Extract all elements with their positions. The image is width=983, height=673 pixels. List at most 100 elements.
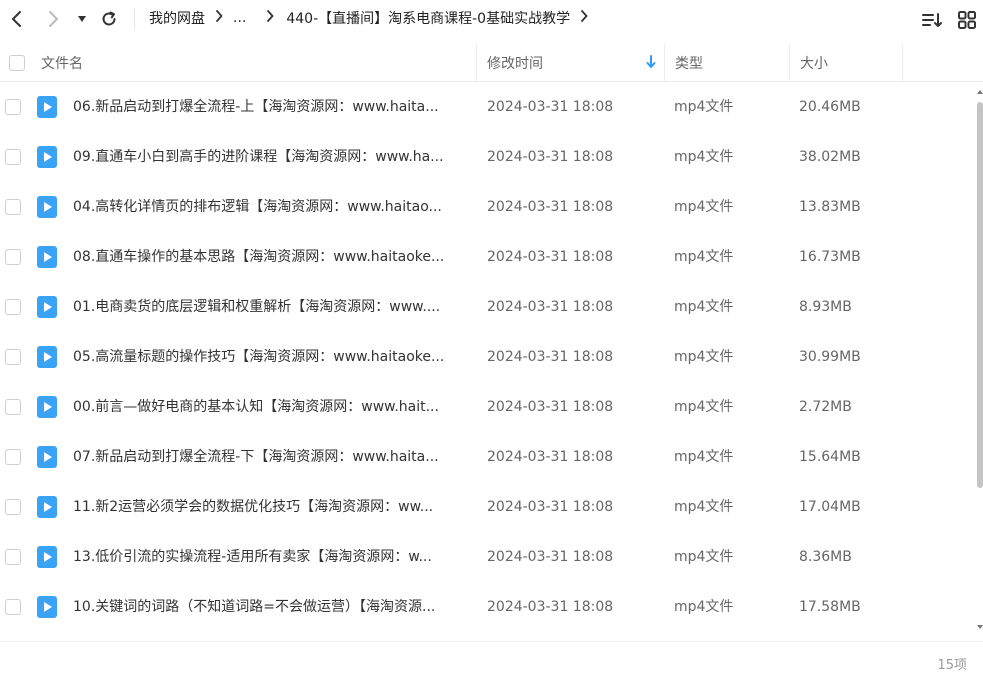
chevron-right-icon bbox=[266, 10, 274, 26]
refresh-button[interactable] bbox=[96, 6, 122, 32]
file-type: mp4文件 bbox=[674, 499, 734, 515]
file-type: mp4文件 bbox=[674, 149, 734, 165]
file-size: 30.99MB bbox=[799, 349, 861, 365]
file-type: mp4文件 bbox=[674, 199, 734, 215]
caret-down-icon bbox=[78, 16, 86, 22]
file-name[interactable]: 04.高转化详情页的排布逻辑【海淘资源网：www.haitao... bbox=[73, 182, 468, 232]
column-header-size[interactable]: 大小 bbox=[800, 44, 828, 82]
file-modified-time: 2024-03-31 18:08 bbox=[487, 399, 614, 415]
forward-button[interactable] bbox=[40, 6, 66, 32]
file-name[interactable]: 13.低价引流的实操流程-适用所有卖家【海淘资源网：w... bbox=[73, 532, 468, 582]
file-row[interactable]: 01.电商卖货的底层逻辑和权重解析【海淘资源网：www.... 2024-03-… bbox=[0, 282, 976, 332]
chevron-right-icon bbox=[49, 11, 58, 27]
file-type: mp4文件 bbox=[674, 249, 734, 265]
file-name[interactable]: 05.高流量标题的操作技巧【海淘资源网：www.haitaoke... bbox=[73, 332, 468, 382]
file-type: mp4文件 bbox=[674, 549, 734, 565]
video-file-icon bbox=[37, 496, 57, 518]
file-name[interactable]: 11.新2运营必须学会的数据优化技巧【海淘资源网：ww... bbox=[73, 482, 468, 532]
file-modified-time: 2024-03-31 18:08 bbox=[487, 599, 614, 615]
file-modified-time: 2024-03-31 18:08 bbox=[487, 149, 614, 165]
file-modified-time: 2024-03-31 18:08 bbox=[487, 549, 614, 565]
file-name[interactable]: 10.关键词的词路（不知道词路=不会做运营）【海淘资源... bbox=[73, 582, 468, 632]
file-modified-time: 2024-03-31 18:08 bbox=[487, 499, 614, 515]
status-bar: 15项 bbox=[0, 641, 983, 673]
file-modified-time: 2024-03-31 18:08 bbox=[487, 99, 614, 115]
row-checkbox[interactable] bbox=[5, 99, 21, 115]
file-type: mp4文件 bbox=[674, 449, 734, 465]
column-header-time[interactable]: 修改时间 bbox=[487, 44, 543, 82]
file-name[interactable]: 06.新品启动到打爆全流程-上【海淘资源网：www.haita... bbox=[73, 82, 468, 132]
row-checkbox[interactable] bbox=[5, 249, 21, 265]
file-size: 13.83MB bbox=[799, 199, 861, 215]
column-divider[interactable] bbox=[476, 44, 477, 82]
file-row[interactable]: 08.直通车操作的基本思路【海淘资源网：www.haitaoke... 2024… bbox=[0, 232, 976, 282]
file-size: 20.46MB bbox=[799, 99, 861, 115]
sort-button[interactable] bbox=[921, 10, 943, 30]
row-checkbox[interactable] bbox=[5, 599, 21, 615]
file-type: mp4文件 bbox=[674, 299, 734, 315]
file-size: 17.58MB bbox=[799, 599, 861, 615]
file-modified-time: 2024-03-31 18:08 bbox=[487, 249, 614, 265]
scroll-up-arrow-icon[interactable] bbox=[977, 89, 983, 95]
toolbar: 我的网盘 ... 440-【直播间】淘系电商课程-0基础实战教学 bbox=[0, 0, 983, 40]
file-row[interactable]: 10.关键词的词路（不知道词路=不会做运营）【海淘资源... 2024-03-3… bbox=[0, 582, 976, 632]
grid-view-icon bbox=[958, 11, 976, 29]
breadcrumb-item-root[interactable]: 我的网盘 bbox=[149, 8, 205, 28]
back-button[interactable] bbox=[4, 6, 30, 32]
row-checkbox[interactable] bbox=[5, 499, 21, 515]
file-name[interactable]: 09.直通车小白到高手的进阶课程【海淘资源网：www.ha... bbox=[73, 132, 468, 182]
row-checkbox[interactable] bbox=[5, 149, 21, 165]
row-checkbox[interactable] bbox=[5, 299, 21, 315]
chevron-left-icon bbox=[12, 11, 21, 27]
file-size: 15.64MB bbox=[799, 449, 861, 465]
column-divider[interactable] bbox=[789, 44, 790, 82]
file-row[interactable]: 06.新品启动到打爆全流程-上【海淘资源网：www.haita... 2024-… bbox=[0, 82, 976, 132]
breadcrumb: 我的网盘 ... 440-【直播间】淘系电商课程-0基础实战教学 bbox=[149, 0, 598, 36]
scrollbar-thumb[interactable] bbox=[977, 102, 983, 488]
video-file-icon bbox=[37, 246, 57, 268]
history-dropdown-button[interactable] bbox=[72, 6, 92, 32]
file-size: 16.73MB bbox=[799, 249, 861, 265]
file-type: mp4文件 bbox=[674, 349, 734, 365]
column-divider[interactable] bbox=[664, 44, 665, 82]
file-row[interactable]: 13.低价引流的实操流程-适用所有卖家【海淘资源网：w... 2024-03-3… bbox=[0, 532, 976, 582]
column-header-name[interactable]: 文件名 bbox=[41, 44, 83, 82]
file-name[interactable]: 08.直通车操作的基本思路【海淘资源网：www.haitaoke... bbox=[73, 232, 468, 282]
row-checkbox[interactable] bbox=[5, 549, 21, 565]
file-row[interactable]: 09.直通车小白到高手的进阶课程【海淘资源网：www.ha... 2024-03… bbox=[0, 132, 976, 182]
file-modified-time: 2024-03-31 18:08 bbox=[487, 299, 614, 315]
grid-view-button[interactable] bbox=[957, 10, 977, 30]
file-name[interactable]: 00.前言—做好电商的基本认知【海淘资源网：www.hait... bbox=[73, 382, 468, 432]
refresh-icon bbox=[102, 11, 116, 26]
file-row[interactable]: 04.高转化详情页的排布逻辑【海淘资源网：www.haitao... 2024-… bbox=[0, 182, 976, 232]
scroll-down-arrow-icon[interactable] bbox=[977, 624, 983, 630]
item-count: 15项 bbox=[937, 658, 967, 673]
file-size: 2.72MB bbox=[799, 399, 852, 415]
file-name[interactable]: 01.电商卖货的底层逻辑和权重解析【海淘资源网：www.... bbox=[73, 282, 468, 332]
file-name[interactable]: 07.新品启动到打爆全流程-下【海淘资源网：www.haita... bbox=[73, 432, 468, 482]
chevron-right-icon bbox=[215, 10, 223, 26]
file-modified-time: 2024-03-31 18:08 bbox=[487, 449, 614, 465]
file-row[interactable]: 07.新品启动到打爆全流程-下【海淘资源网：www.haita... 2024-… bbox=[0, 432, 976, 482]
video-file-icon bbox=[37, 196, 57, 218]
column-header-type[interactable]: 类型 bbox=[675, 44, 703, 82]
file-row[interactable]: 05.高流量标题的操作技巧【海淘资源网：www.haitaoke... 2024… bbox=[0, 332, 976, 382]
column-divider[interactable] bbox=[902, 44, 903, 82]
breadcrumb-item-current[interactable]: 440-【直播间】淘系电商课程-0基础实战教学 bbox=[286, 8, 570, 28]
file-modified-time: 2024-03-31 18:08 bbox=[487, 349, 614, 365]
row-checkbox[interactable] bbox=[5, 449, 21, 465]
file-type: mp4文件 bbox=[674, 599, 734, 615]
row-checkbox[interactable] bbox=[5, 199, 21, 215]
file-row[interactable]: 00.前言—做好电商的基本认知【海淘资源网：www.hait... 2024-0… bbox=[0, 382, 976, 432]
row-checkbox[interactable] bbox=[5, 399, 21, 415]
row-checkbox[interactable] bbox=[5, 349, 21, 365]
sort-descending-icon bbox=[646, 55, 656, 68]
video-file-icon bbox=[37, 96, 57, 118]
breadcrumb-ellipsis[interactable]: ... bbox=[233, 10, 246, 26]
video-file-icon bbox=[37, 396, 57, 418]
file-list-header: 文件名 修改时间 类型 大小 bbox=[0, 44, 983, 82]
toolbar-divider bbox=[134, 8, 135, 30]
file-row[interactable]: 11.新2运营必须学会的数据优化技巧【海淘资源网：ww... 2024-03-3… bbox=[0, 482, 976, 532]
select-all-checkbox[interactable] bbox=[9, 55, 25, 71]
file-type: mp4文件 bbox=[674, 399, 734, 415]
